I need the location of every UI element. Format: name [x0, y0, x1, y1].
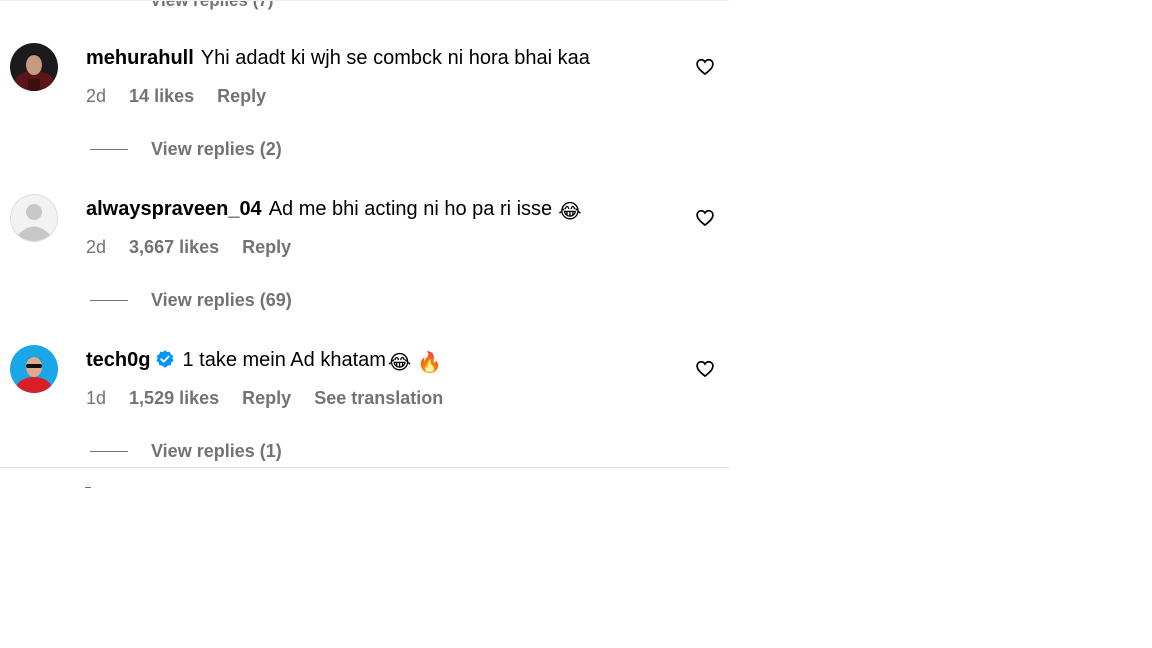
comment-meta: 2d 3,667 likes Reply — [86, 236, 309, 258]
comment-item: alwayspraveen_04 Ad me bhi acting ni ho p… — [0, 194, 729, 345]
heart-icon[interactable] — [695, 359, 715, 379]
comment-item: tech0g 1 take mein Ad khatam 😂 🔥 1d 1,529 l… — [0, 345, 729, 467]
comment-text-line: alwayspraveen_04 Ad me bhi acting ni ho p… — [86, 196, 582, 225]
comment-text-line: tech0g 1 take mein Ad khatam 😂 🔥 — [86, 347, 442, 376]
comment-text: Yhi adadt ki wjh se combck ni hora bhai … — [200, 47, 590, 69]
laughing-emoji-icon: 😂 — [387, 352, 412, 374]
likes-count[interactable]: 3,667 likes — [129, 237, 219, 257]
comment-text: 1 take mein Ad khatam — [182, 349, 386, 371]
reply-button[interactable]: Reply — [242, 237, 291, 257]
view-replies-label: View replies (69) — [151, 289, 292, 310]
avatar[interactable] — [10, 194, 58, 242]
comment-time[interactable]: 1d — [86, 388, 106, 408]
comment-text-line: mehurahull Yhi adadt ki wjh se combck ni … — [86, 45, 590, 71]
comment-username[interactable]: mehurahull — [86, 47, 194, 69]
comment-time[interactable]: 2d — [86, 237, 106, 257]
comment-text: Ad me bhi acting ni ho pa ri isse — [268, 198, 553, 220]
view-replies-partial[interactable]: View replies (7) — [150, 1, 273, 11]
reply-button[interactable]: Reply — [217, 86, 266, 106]
heart-icon[interactable] — [695, 57, 715, 77]
reply-button[interactable]: Reply — [242, 388, 291, 408]
comments-panel: View replies (7) mehurahull Yhi adadt ki … — [0, 0, 729, 468]
replies-divider-line — [90, 299, 128, 301]
see-translation-button[interactable]: See translation — [314, 388, 443, 408]
comment-item: mehurahull Yhi adadt ki wjh se combck ni … — [0, 43, 729, 194]
replies-divider-line — [90, 148, 128, 150]
view-replies-button[interactable]: View replies (1) — [90, 439, 282, 463]
comment-meta: 1d 1,529 likes Reply See translation — [86, 387, 461, 409]
view-replies-button[interactable]: View replies (69) — [90, 288, 292, 312]
avatar[interactable] — [10, 43, 58, 91]
comment-time[interactable]: 2d — [86, 86, 106, 106]
comment-username[interactable]: tech0g — [86, 349, 150, 371]
likes-count[interactable]: 1,529 likes — [129, 388, 219, 408]
view-replies-label: View replies (1) — [151, 440, 282, 461]
replies-divider-line — [90, 450, 128, 452]
avatar[interactable] — [10, 345, 58, 393]
comment-username[interactable]: alwayspraveen_04 — [86, 198, 262, 220]
comment-meta: 2d 14 likes Reply — [86, 85, 284, 107]
fire-emoji-icon: 🔥 — [417, 352, 443, 374]
loading-indicator — [85, 487, 91, 488]
likes-count[interactable]: 14 likes — [129, 86, 194, 106]
view-replies-label: View replies (2) — [151, 138, 282, 159]
laughing-emoji-icon: 😂 — [558, 201, 582, 223]
view-replies-button[interactable]: View replies (2) — [90, 137, 282, 161]
heart-icon[interactable] — [695, 208, 715, 228]
verified-badge-icon — [155, 349, 175, 376]
